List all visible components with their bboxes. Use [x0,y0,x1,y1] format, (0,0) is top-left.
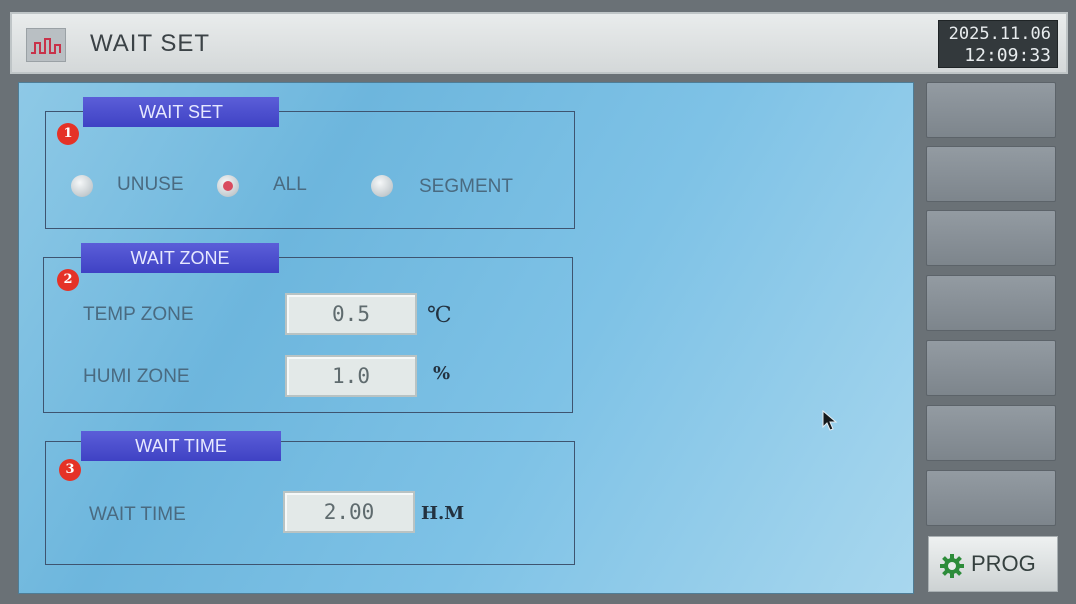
radio-unuse-label[interactable]: UNUSE [117,174,184,196]
side-button-6[interactable] [926,405,1056,461]
side-button-1[interactable] [926,82,1056,138]
step-badge-1: 1 [57,123,79,145]
side-button-7[interactable] [926,470,1056,526]
radio-all-label[interactable]: ALL [273,174,307,196]
date-readout: 2025.11.06 [948,24,1051,44]
side-button-5[interactable] [926,340,1056,396]
prog-button-label: PROG [971,551,1036,576]
title-bar: WAIT SET 2025.11.06 12:09:33 [10,12,1068,74]
step-badge-2: 2 [57,269,79,291]
settings-panel: WAIT SET 1 UNUSE ALL SEGMENT WAIT ZONE 2… [18,82,914,594]
radio-unuse[interactable] [71,175,93,197]
clock-display: 2025.11.06 12:09:33 [938,20,1058,68]
wait-set-heading: WAIT SET [83,97,279,127]
side-button-2[interactable] [926,146,1056,202]
hmi-screen: WAIT SET 2025.11.06 12:09:33 WAIT SET 1 … [0,0,1076,604]
gear-icon [940,554,964,578]
temp-zone-label: TEMP ZONE [83,304,194,325]
humi-zone-input[interactable]: 1.0 [285,355,417,397]
step-badge-3: 3 [59,459,81,481]
side-button-3[interactable] [926,210,1056,266]
temp-zone-input[interactable]: 0.5 [285,293,417,335]
prog-button[interactable]: PROG [928,536,1058,592]
humi-zone-label: HUMI ZONE [83,366,190,387]
side-button-4[interactable] [926,275,1056,331]
wait-time-label: WAIT TIME [89,504,186,525]
page-title: WAIT SET [90,30,211,57]
radio-segment-label[interactable]: SEGMENT [419,176,513,198]
wait-time-unit: H.M [421,503,465,524]
time-readout: 12:09:33 [964,45,1051,66]
wait-time-input[interactable]: 2.00 [283,491,415,533]
temp-unit: ℃ [427,303,452,328]
mouse-cursor-icon [822,410,838,431]
wait-time-heading: WAIT TIME [81,431,281,461]
humi-unit: % [433,363,451,384]
waveform-logo-icon [26,28,66,62]
wait-set-group [45,111,575,229]
wait-zone-heading: WAIT ZONE [81,243,279,273]
radio-all[interactable] [217,175,239,197]
radio-segment[interactable] [371,175,393,197]
